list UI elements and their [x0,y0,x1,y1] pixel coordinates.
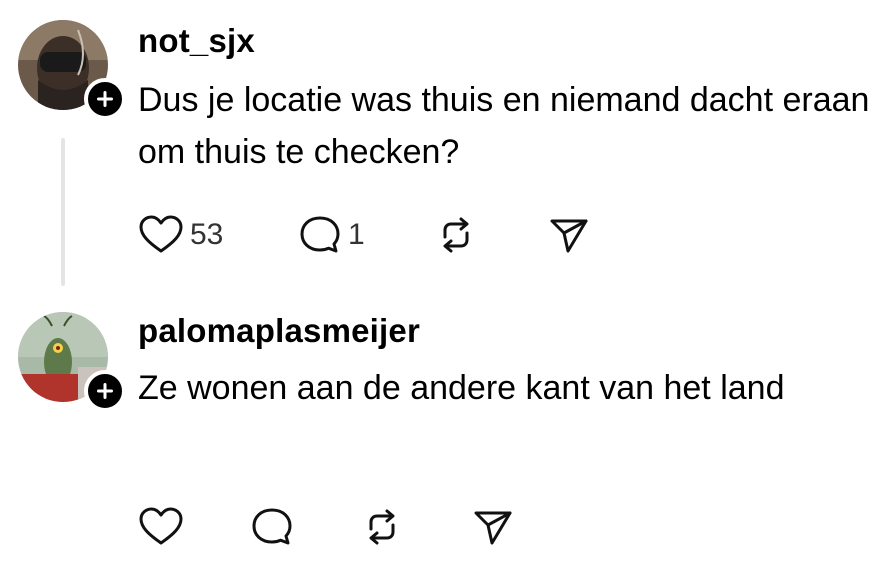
like-button[interactable] [138,504,184,550]
send-icon [474,511,512,545]
repost-icon [369,509,395,545]
repost-icon [443,217,469,253]
comment-item: not_sjx Dus je locatie was thuis en niem… [0,0,896,300]
comment-icon [252,508,292,545]
comment-text: Ze wonen aan de andere kant van het land [138,369,785,407]
repost-button[interactable] [362,504,402,550]
avatar-wrapper[interactable] [18,312,126,412]
reply-button[interactable] [250,504,294,550]
follow-button[interactable] [84,78,126,120]
plus-icon [97,383,113,399]
follow-button[interactable] [84,370,126,412]
share-button[interactable] [472,504,514,550]
plus-icon [97,91,113,107]
like-count: 53 [190,218,224,251]
thread-line [61,138,65,286]
comment-text: Dus je locatie was thuis en niemand dach… [138,81,870,171]
comment-icon [300,216,340,253]
share-button[interactable] [548,212,590,258]
reply-button[interactable]: 1 [298,212,365,258]
send-icon [550,219,588,253]
avatar-wrapper[interactable] [18,20,126,120]
reply-count: 1 [348,218,365,251]
heart-icon [139,215,183,253]
like-button[interactable]: 53 [138,212,223,258]
repost-button[interactable] [436,212,476,258]
username[interactable]: not_sjx [138,22,255,60]
comment-item: palomaplasmeijer Ze wonen aan de andere … [0,300,896,580]
username[interactable]: palomaplasmeijer [138,312,420,350]
heart-icon [139,507,183,545]
